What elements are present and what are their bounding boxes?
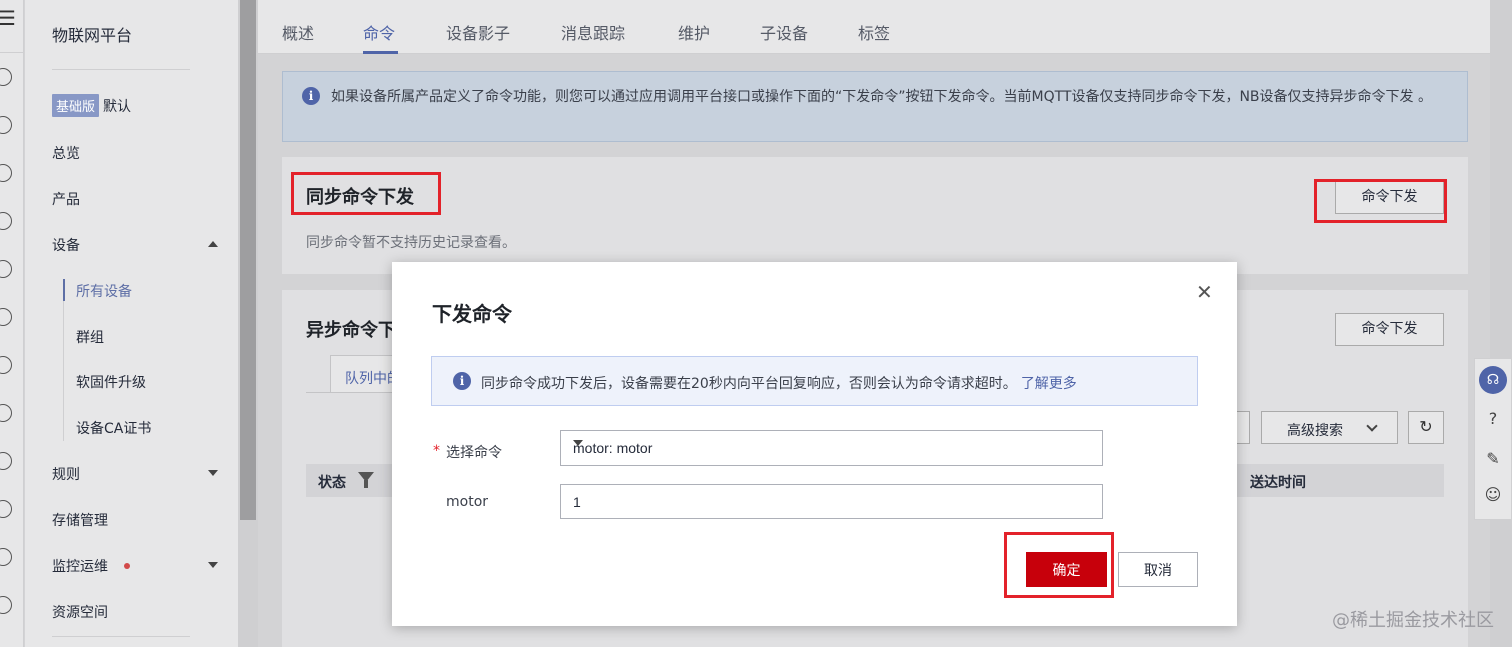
active-indicator: [63, 279, 65, 301]
tab-bar: 概述 命令 设备影子 消息跟踪 维护 子设备 标签: [258, 0, 1490, 54]
highlight-box: [1004, 532, 1114, 598]
rail-nav-icon[interactable]: [0, 212, 12, 230]
rail-nav-icon[interactable]: [0, 452, 12, 470]
info-icon: i: [302, 87, 320, 105]
sidebar-item-resource-space[interactable]: 资源空间: [52, 602, 108, 622]
highlight-box: [1314, 179, 1447, 223]
select-command-label: 选择命令: [446, 445, 502, 461]
submenu-line: [63, 301, 64, 441]
rail-nav-icon[interactable]: [0, 116, 12, 134]
tab-overview[interactable]: 概述: [282, 20, 314, 44]
dialog-info-text: 同步命令成功下发后，设备需要在20秒内向平台回复响应，否则会认为命令请求超时。了…: [481, 373, 1077, 393]
rail-nav-icon[interactable]: [0, 548, 12, 566]
sidebar: 物联网平台 基础版 默认 总览 产品 设备 所有设备 群组 软固件升级 设备CA…: [25, 0, 238, 647]
chevron-down-icon: [1366, 420, 1378, 432]
sidebar-item-ca-certificates[interactable]: 设备CA证书: [76, 418, 151, 438]
param-label: motor: [446, 494, 489, 510]
command-select-value: motor: motor: [573, 440, 653, 456]
sidebar-item-firmware-upgrade[interactable]: 软固件升级: [76, 372, 146, 392]
help-icon[interactable]: ?: [1482, 408, 1504, 430]
sidebar-item-monitoring[interactable]: 监控运维: [52, 556, 108, 576]
active-tab-underline: [363, 51, 398, 54]
async-send-command-button[interactable]: 命令下发: [1335, 313, 1444, 346]
dialog-info-message: 同步命令成功下发后，设备需要在20秒内向平台回复响应，否则会认为命令请求超时。: [481, 376, 1017, 392]
subtab-divider: [306, 392, 392, 393]
tab-sub-devices[interactable]: 子设备: [760, 20, 808, 44]
caret-down-icon[interactable]: [208, 562, 218, 568]
motor-param-input[interactable]: [560, 484, 1103, 519]
sidebar-item-overview[interactable]: 总览: [52, 143, 80, 163]
tab-commands[interactable]: 命令: [363, 20, 395, 44]
notification-dot: [124, 563, 130, 569]
rail-nav-icon[interactable]: [0, 500, 12, 518]
dialog-title: 下发命令: [432, 302, 512, 326]
tab-tags[interactable]: 标签: [858, 20, 890, 44]
sidebar-item-products[interactable]: 产品: [52, 189, 80, 209]
cancel-button[interactable]: 取消: [1118, 552, 1198, 587]
refresh-button[interactable]: ↻: [1408, 411, 1444, 444]
edition-selector[interactable]: 基础版 默认: [52, 94, 131, 117]
filter-icon-stem: [364, 480, 368, 488]
async-section-title: 异步命令下发: [306, 320, 396, 341]
caret-up-icon[interactable]: [208, 241, 218, 247]
rail-nav-icon[interactable]: [0, 164, 12, 182]
sidebar-scrollbar-thumb[interactable]: [240, 0, 256, 520]
rail-nav-icon[interactable]: [0, 260, 12, 278]
info-banner-text: 如果设备所属产品定义了命令功能，则您可以通过应用调用平台接口或操作下面的“下发命…: [331, 89, 1432, 105]
close-icon[interactable]: ✕: [1196, 282, 1213, 302]
command-select[interactable]: motor: motor: [560, 430, 1103, 466]
column-status: 状态: [318, 475, 346, 491]
rail-nav-icon[interactable]: [0, 356, 12, 374]
headset-icon[interactable]: ☊: [1479, 366, 1507, 394]
edition-label: 默认: [103, 98, 132, 115]
edition-badge: 基础版: [52, 94, 100, 117]
sidebar-divider: [52, 636, 190, 637]
rail-nav-icon[interactable]: [0, 68, 12, 86]
sidebar-divider: [52, 69, 190, 70]
highlight-box: [291, 172, 441, 215]
tab-message-trace[interactable]: 消息跟踪: [561, 20, 625, 44]
tab-maintenance[interactable]: 维护: [678, 20, 710, 44]
info-icon: i: [453, 372, 471, 390]
refresh-icon: ↻: [1419, 417, 1433, 436]
icon-rail: ☰: [0, 0, 24, 647]
required-asterisk: *: [433, 443, 440, 459]
sidebar-item-all-devices[interactable]: 所有设备: [76, 281, 132, 301]
rail-nav-icon[interactable]: [0, 404, 12, 422]
caret-down-icon[interactable]: [208, 470, 218, 476]
column-delivered-time: 送达时间: [1250, 475, 1306, 491]
tab-queued-commands[interactable]: 队列中的命令: [330, 355, 429, 393]
smiley-icon[interactable]: ☺: [1482, 484, 1504, 506]
sync-command-card: [282, 157, 1468, 274]
caret-down-icon: [573, 440, 583, 446]
advanced-search-label: 高级搜索: [1287, 423, 1343, 439]
rail-divider: [0, 52, 24, 53]
sidebar-item-rules[interactable]: 规则: [52, 464, 80, 484]
sync-section-note: 同步命令暂不支持历史记录查看。: [306, 235, 516, 251]
tab-device-shadow[interactable]: 设备影子: [446, 20, 510, 44]
sidebar-item-storage[interactable]: 存储管理: [52, 510, 108, 530]
sidebar-item-groups[interactable]: 群组: [76, 327, 104, 347]
dialog-info-banner: i 同步命令成功下发后，设备需要在20秒内向平台回复响应，否则会认为命令请求超时…: [431, 356, 1198, 406]
feedback-edit-icon[interactable]: ✎: [1482, 448, 1504, 470]
rail-nav-icon[interactable]: [0, 308, 12, 326]
page-scrollbar-track[interactable]: [1490, 0, 1512, 647]
sidebar-title: 物联网平台: [52, 26, 133, 45]
sidebar-item-devices[interactable]: 设备: [52, 235, 80, 255]
watermark: @稀土掘金技术社区: [1332, 610, 1494, 631]
rail-nav-icon[interactable]: [0, 596, 12, 614]
menu-icon[interactable]: ☰: [0, 8, 16, 28]
learn-more-link[interactable]: 了解更多: [1021, 376, 1077, 392]
advanced-search-button[interactable]: 高级搜索: [1261, 411, 1398, 444]
